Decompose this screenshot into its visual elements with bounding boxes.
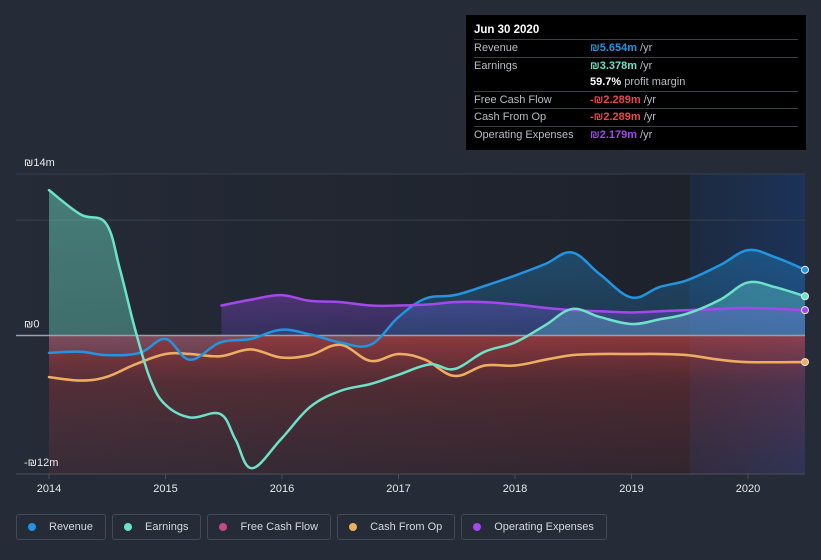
earnings-endpoint [801, 292, 809, 301]
chart-legend: Revenue Earnings Free Cash Flow Cash Fro… [16, 514, 607, 540]
tooltip-row-cash-from-op: Cash From Op -₪2.289m /yr [474, 109, 798, 127]
tooltip-row-free-cash-flow: Free Cash Flow -₪2.289m /yr [474, 92, 798, 109]
operating-expenses-dot-icon [473, 523, 482, 531]
cash-from-op-endpoint [801, 358, 809, 367]
free-cash-flow-dot-icon [219, 523, 228, 531]
tooltip-unit: /yr [640, 59, 653, 72]
tooltip-value: ₪5.654m [590, 42, 638, 54]
tooltip-unit: /yr [640, 128, 653, 141]
tooltip-label: Operating Expenses [474, 128, 574, 141]
tooltip-value: -₪2.289m [590, 111, 641, 123]
y-tick-label: ₪0 [24, 319, 39, 331]
tooltip-unit: /yr [643, 111, 656, 123]
legend-label: Operating Expenses [494, 521, 594, 533]
legend-label: Cash From Op [370, 521, 443, 533]
tooltip-row-operating-expenses: Operating Expenses ₪2.179m /yr [474, 127, 798, 144]
tooltip-value: ₪3.378m [590, 59, 638, 72]
tooltip-label: Earnings [474, 59, 518, 72]
legend-label: Free Cash Flow [240, 521, 319, 533]
x-tick-label: 2017 [386, 483, 410, 495]
tooltip-row-profit-margin: 59.7% profit margin [474, 74, 798, 92]
x-tick-label: 2016 [270, 483, 294, 495]
operating-expenses-endpoint [801, 306, 809, 315]
legend-item-earnings[interactable]: Earnings [112, 514, 202, 540]
tooltip-row-revenue: Revenue ₪5.654m /yr [474, 40, 798, 58]
legend-label: Earnings [145, 521, 189, 533]
y-tick-label: ₪14m [24, 157, 55, 169]
revenue-dot-icon [28, 523, 36, 531]
tooltip-unit: /yr [640, 42, 653, 54]
tooltip-unit: /yr [643, 93, 656, 106]
tooltip-value: -₪2.289m [590, 93, 641, 106]
x-tick-label: 2014 [37, 483, 61, 495]
earnings-dot-icon [124, 523, 133, 531]
revenue-endpoint [801, 265, 809, 274]
tooltip-label: Cash From Op [474, 111, 547, 123]
data-tooltip: Jun 30 2020 Revenue ₪5.654m /yr Earnings… [466, 15, 806, 150]
legend-item-cash-from-op[interactable]: Cash From Op [337, 514, 456, 540]
x-tick-label: 2019 [619, 483, 643, 495]
legend-label: Revenue [49, 521, 94, 533]
tooltip-unit: profit margin [624, 76, 686, 88]
x-tick-label: 2018 [503, 483, 527, 495]
y-tick-label: -₪12m [24, 457, 58, 469]
legend-item-free-cash-flow[interactable]: Free Cash Flow [207, 514, 332, 540]
tooltip-value: ₪2.179m [590, 128, 638, 141]
legend-item-operating-expenses[interactable]: Operating Expenses [461, 514, 607, 540]
cash-from-op-dot-icon [349, 523, 358, 531]
legend-item-revenue[interactable]: Revenue [16, 514, 107, 540]
tooltip-value: 59.7% [590, 76, 622, 88]
tooltip-row-earnings: Earnings ₪3.378m /yr [474, 58, 798, 75]
x-tick-label: 2015 [153, 483, 177, 495]
tooltip-date: Jun 30 2020 [474, 21, 798, 40]
tooltip-label: Free Cash Flow [474, 93, 552, 106]
tooltip-label: Revenue [474, 42, 519, 54]
tooltip-label [474, 74, 590, 91]
x-tick-label: 2020 [736, 483, 760, 495]
